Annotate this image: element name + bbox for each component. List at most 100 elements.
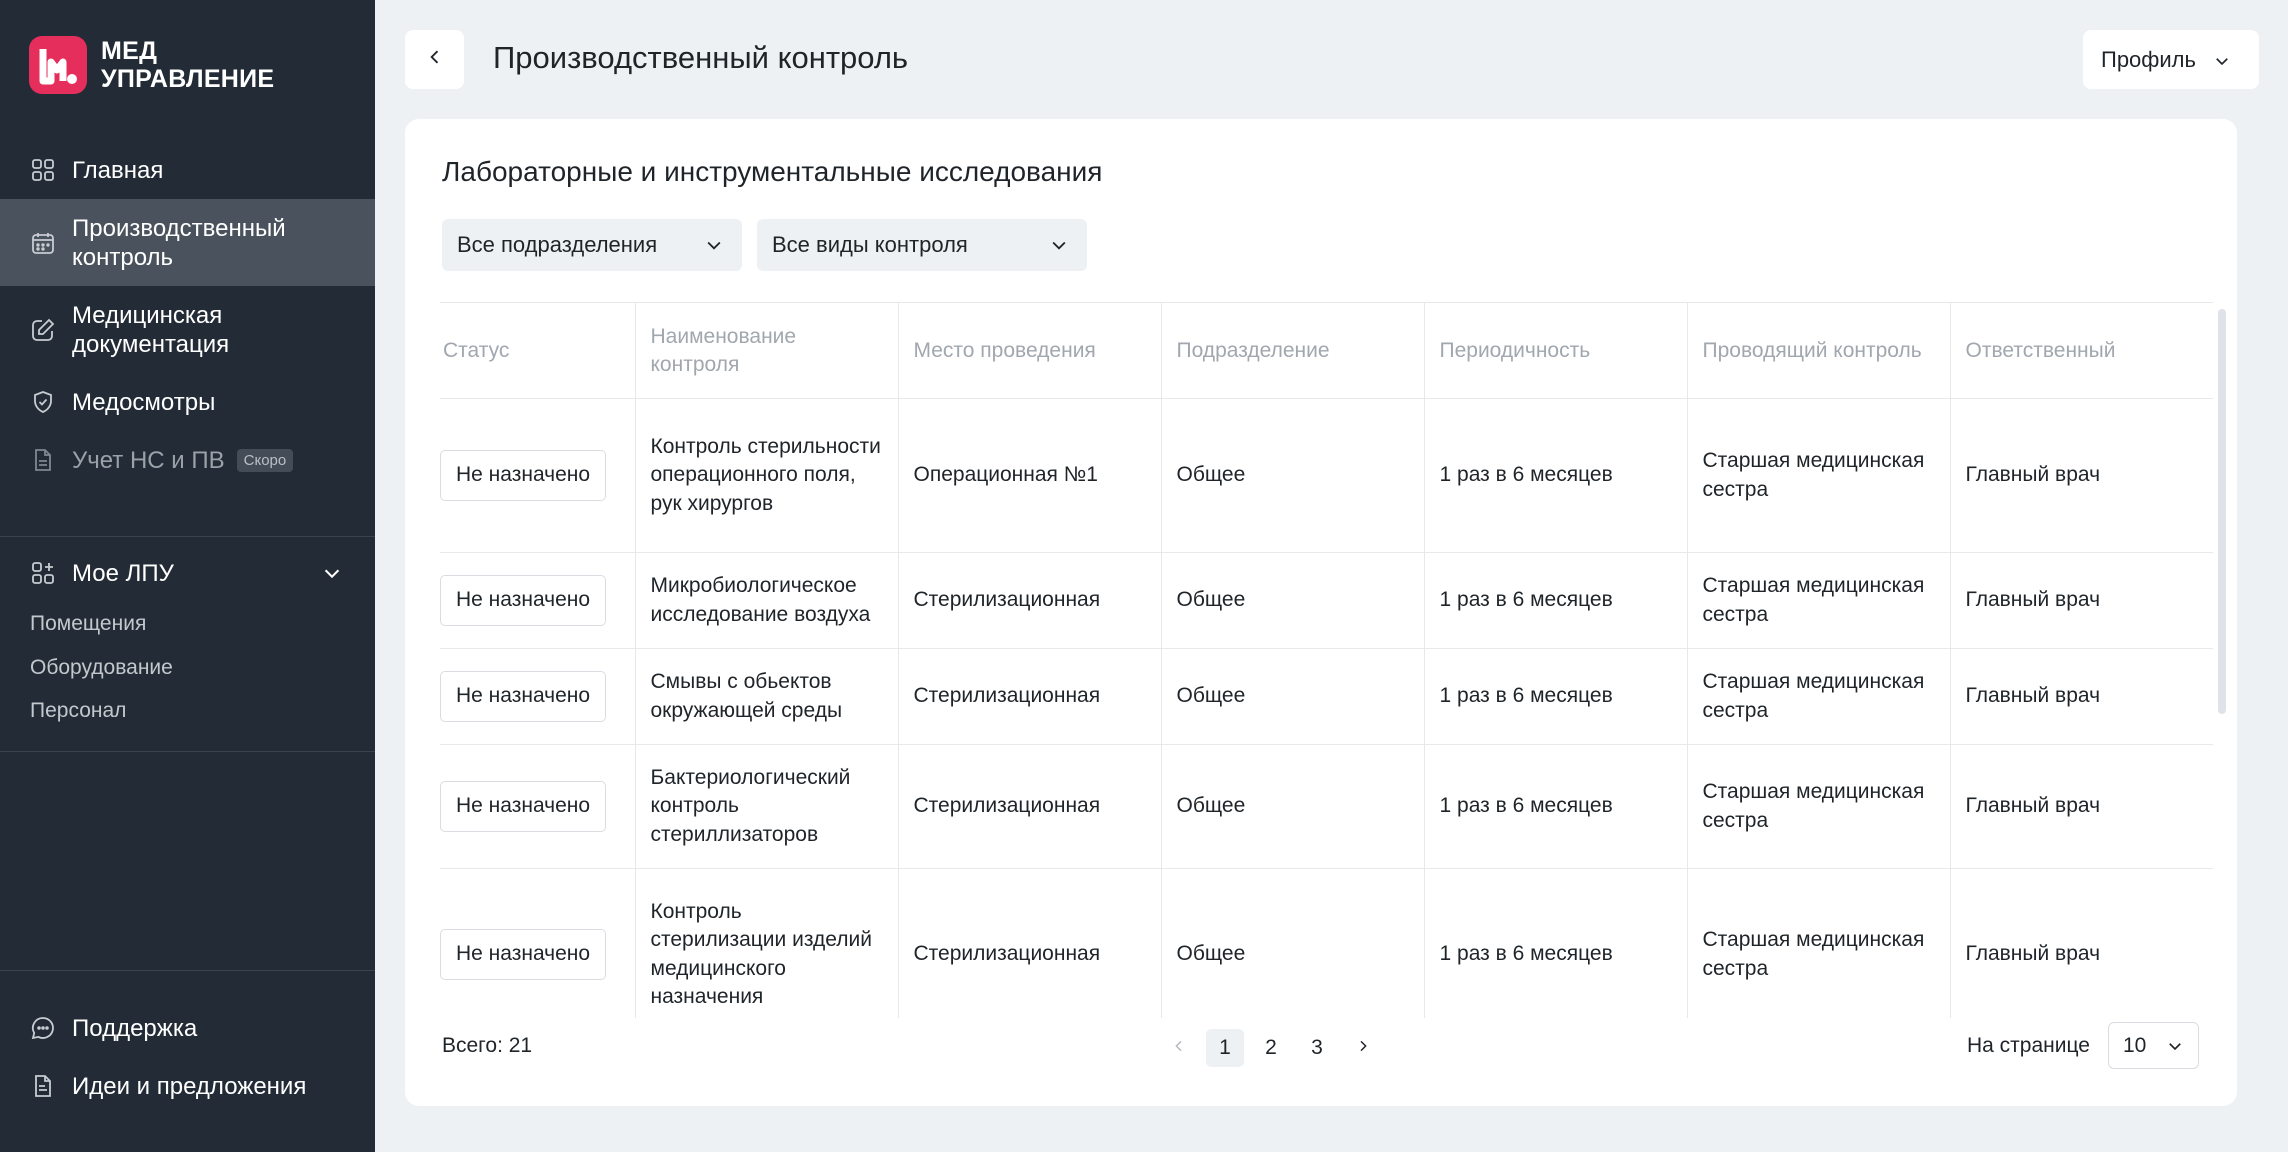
- chevron-down-icon: [321, 562, 343, 591]
- pagination: 1 2 3: [1160, 1029, 1382, 1067]
- nav-label: Идеи и предложения: [72, 1072, 307, 1100]
- table-row[interactable]: Не назначено Бактериологический контроль…: [440, 744, 2213, 869]
- page-title: Производственный контроль: [493, 40, 909, 75]
- nav-item-medical-docs[interactable]: Медицинская документация: [0, 286, 375, 373]
- responsible-cell: Главный врач: [1949, 648, 2213, 745]
- column-header-status[interactable]: Статус: [440, 302, 636, 399]
- nav-label: Поддержка: [72, 1014, 198, 1042]
- total-count: Всего: 21: [442, 1034, 533, 1057]
- content-card: Лабораторные и инструментальные исследов…: [405, 119, 2237, 1106]
- main-nav: Главная Производственный контроль Медици…: [0, 141, 375, 489]
- division-cell: Общее: [1160, 552, 1425, 649]
- nav-label: Главная: [72, 156, 164, 184]
- table-row[interactable]: Не назначено Контроль стерилизации издел…: [440, 868, 2213, 1018]
- per-page-label: На странице: [1967, 1034, 2090, 1057]
- status-badge[interactable]: Не назначено: [440, 450, 607, 501]
- divider: [0, 751, 375, 752]
- chevron-right-icon: [1355, 1036, 1371, 1060]
- per-page-value: 10: [2123, 1033, 2147, 1057]
- conductor-cell: Старшая медицинская сестра: [1686, 868, 1951, 1018]
- control-table-scroll[interactable]: Статус Наименование контроля Место прове…: [440, 302, 2217, 1018]
- nav-item-med-exams[interactable]: Медосмотры: [0, 373, 375, 431]
- page-button-2[interactable]: 2: [1252, 1029, 1290, 1067]
- control-type-filter-value: Все виды контроля: [772, 232, 968, 257]
- division-filter-value: Все подразделения: [457, 232, 658, 257]
- prev-page-button[interactable]: [1160, 1029, 1198, 1067]
- responsible-cell: Главный врач: [1949, 398, 2213, 553]
- chevron-down-icon: [2166, 1037, 2184, 1061]
- division-cell: Общее: [1160, 648, 1425, 745]
- per-page-select[interactable]: 10: [2108, 1022, 2199, 1069]
- status-badge[interactable]: Не назначено: [440, 575, 607, 626]
- table-row[interactable]: Не назначено Контроль стерильности опера…: [440, 398, 2213, 553]
- place-cell: Операционная №1: [897, 398, 1162, 553]
- name-cell: Микробиологическое исследование воздуха: [634, 552, 899, 649]
- divider: [0, 536, 375, 537]
- responsible-cell: Главный врач: [1949, 868, 2213, 1018]
- status-badge[interactable]: Не назначено: [440, 671, 607, 722]
- status-cell: Не назначено: [440, 648, 636, 745]
- edit-icon: [30, 317, 56, 343]
- division-cell: Общее: [1160, 744, 1425, 869]
- period-cell: 1 раз в 6 месяцев: [1423, 868, 1688, 1018]
- page-button-3[interactable]: 3: [1298, 1029, 1336, 1067]
- chevron-down-icon: [2213, 50, 2231, 76]
- table-row[interactable]: Не назначено Смывы с обьектов окружающей…: [440, 648, 2213, 745]
- back-button[interactable]: [405, 30, 464, 89]
- column-header-responsible[interactable]: Ответственный: [1949, 302, 2213, 399]
- section-title: Лабораторные и инструментальные исследов…: [442, 156, 1103, 187]
- period-cell: 1 раз в 6 месяцев: [1423, 648, 1688, 745]
- nav-item-home[interactable]: Главная: [0, 141, 375, 199]
- chevron-left-icon: [425, 47, 445, 72]
- column-header-conductor[interactable]: Проводящий контроль: [1686, 302, 1951, 399]
- status-badge[interactable]: Не назначено: [440, 781, 607, 832]
- nav-item-accidents[interactable]: Учет НС и ПВ Скоро: [0, 431, 375, 489]
- status-cell: Не назначено: [440, 868, 636, 1018]
- next-page-button[interactable]: [1344, 1029, 1382, 1067]
- column-header-name[interactable]: Наименование контроля: [634, 302, 899, 399]
- place-cell: Стерилизационная: [897, 744, 1162, 869]
- calendar-icon: [30, 230, 56, 256]
- table-row[interactable]: Не назначено Микробиологическое исследов…: [440, 552, 2213, 649]
- idea-doc-icon: [30, 1073, 56, 1099]
- conductor-cell: Старшая медицинская сестра: [1686, 744, 1951, 869]
- chat-icon: [30, 1015, 56, 1041]
- page-button-1[interactable]: 1: [1206, 1029, 1244, 1067]
- column-header-division[interactable]: Подразделение: [1160, 302, 1425, 399]
- sub-item-rooms[interactable]: Помещения: [30, 612, 146, 636]
- grid-icon: [30, 157, 56, 183]
- status-cell: Не назначено: [440, 398, 636, 553]
- nav-label: Медицинская документация: [72, 301, 230, 358]
- soon-badge: Скоро: [236, 448, 294, 472]
- status-badge[interactable]: Не назначено: [440, 929, 607, 980]
- division-filter[interactable]: Все подразделения: [442, 219, 742, 271]
- column-header-periodicity[interactable]: Периодичность: [1423, 302, 1688, 399]
- bottom-nav: Поддержка Идеи и предложения: [0, 999, 375, 1115]
- my-lpu-toggle[interactable]: Мое ЛПУ: [0, 544, 375, 602]
- control-table: Статус Наименование контроля Место прове…: [440, 302, 2213, 1018]
- place-cell: Стерилизационная: [897, 868, 1162, 1018]
- nav-item-production-control[interactable]: Производственный контроль: [0, 199, 375, 286]
- table-header-row: Статус Наименование контроля Место прове…: [440, 302, 2213, 399]
- place-cell: Стерилизационная: [897, 648, 1162, 745]
- period-cell: 1 раз в 6 месяцев: [1423, 552, 1688, 649]
- shield-check-icon: [30, 389, 56, 415]
- sub-item-equipment[interactable]: Оборудование: [30, 656, 173, 680]
- profile-label: Профиль: [2101, 46, 2196, 72]
- name-cell: Контроль стерилизации изделий медицинско…: [634, 868, 899, 1018]
- control-type-filter[interactable]: Все виды контроля: [757, 219, 1087, 271]
- column-header-place[interactable]: Место проведения: [897, 302, 1162, 399]
- conductor-cell: Старшая медицинская сестра: [1686, 552, 1951, 649]
- logo[interactable]: МЕД УПРАВЛЕНИЕ: [29, 36, 274, 94]
- nav-label: Учет НС и ПВ: [72, 446, 225, 474]
- table-scrollbar[interactable]: [2218, 309, 2226, 714]
- nav-item-support[interactable]: Поддержка: [0, 999, 375, 1057]
- profile-dropdown[interactable]: Профиль: [2083, 30, 2259, 89]
- place-cell: Стерилизационная: [897, 552, 1162, 649]
- sub-item-staff[interactable]: Персонал: [30, 699, 126, 723]
- chevron-left-icon: [1171, 1036, 1187, 1060]
- conductor-cell: Старшая медицинская сестра: [1686, 398, 1951, 553]
- nav-item-ideas[interactable]: Идеи и предложения: [0, 1057, 375, 1115]
- name-cell: Бактериологический контроль стериллизато…: [634, 744, 899, 869]
- nav-label: Медосмотры: [72, 388, 216, 416]
